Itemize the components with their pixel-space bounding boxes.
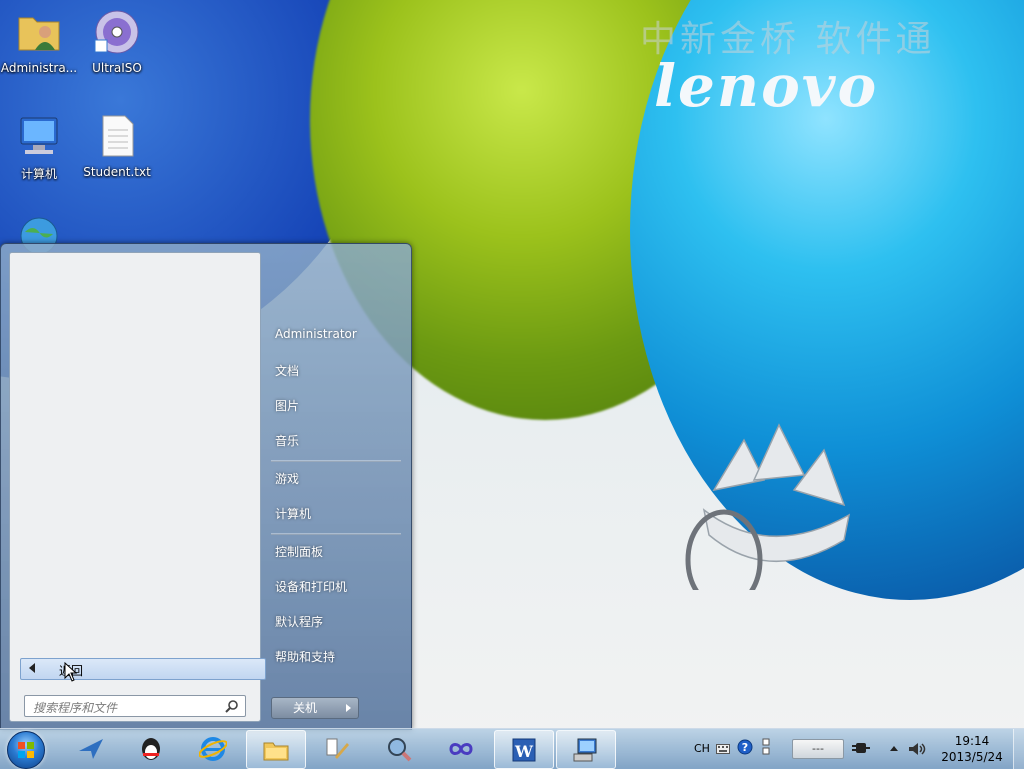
taskbar-app-word[interactable]: W xyxy=(494,730,554,769)
keyboard-icon[interactable] xyxy=(716,743,730,755)
help-icon[interactable]: ? xyxy=(737,739,753,755)
taskbar-app-infinity[interactable] xyxy=(432,730,490,767)
file-explorer-icon xyxy=(263,742,289,761)
menu-item-computer[interactable]: 计算机 xyxy=(275,505,311,522)
system-tools-icon xyxy=(326,738,349,759)
show-desktop-button[interactable] xyxy=(1013,729,1024,769)
desktop-icon-ultraiso[interactable]: UltraISO xyxy=(78,8,156,75)
menu-item-administrator[interactable]: Administrator xyxy=(275,327,357,341)
user-folder-icon xyxy=(18,17,60,51)
flight-bird-icon xyxy=(79,739,103,759)
search-placeholder: 搜索程序和文件 xyxy=(33,701,118,715)
ornament-cap-icon xyxy=(685,423,851,590)
internet-explorer-icon xyxy=(199,737,227,761)
desktop-icon-label: 计算机 xyxy=(20,167,57,181)
language-indicator[interactable]: CH xyxy=(694,742,710,755)
clock-time: 19:14 xyxy=(954,734,990,748)
places-pane: Administrator 文档 图片 音乐 游戏 计算机 控制面板 设备和打印… xyxy=(263,254,409,724)
power-plug-icon[interactable] xyxy=(852,740,870,756)
menu-item-control-panel[interactable]: 控制面板 xyxy=(275,543,323,560)
infinity-app-icon xyxy=(449,743,473,755)
clock-date: 2013/5/24 xyxy=(941,750,1003,764)
desktop-icon-computer[interactable]: 计算机 xyxy=(0,112,78,182)
volume-icon[interactable] xyxy=(908,741,926,757)
menu-item-default-programs[interactable]: 默认程序 xyxy=(275,613,323,630)
qq-penguin-icon xyxy=(142,738,160,760)
menu-item-music[interactable]: 音乐 xyxy=(275,432,299,449)
menu-item-documents[interactable]: 文档 xyxy=(275,362,299,379)
windows-logo-icon xyxy=(18,742,34,758)
ime-options-icon[interactable] xyxy=(761,737,771,757)
svg-text:W: W xyxy=(514,742,534,761)
tray-status-box[interactable]: --- xyxy=(792,739,844,759)
desktop-icon-label: Administra... xyxy=(0,61,78,75)
taskbar-app-remote-desktop[interactable] xyxy=(556,730,616,769)
disc-icon xyxy=(94,10,139,54)
mouse-cursor-icon xyxy=(64,662,78,682)
menu-separator xyxy=(271,533,401,535)
menu-item-devices-printers[interactable]: 设备和打印机 xyxy=(275,578,347,595)
search-input[interactable]: 搜索程序和文件 xyxy=(24,695,246,717)
back-button[interactable]: 返回 xyxy=(20,658,266,680)
program-list-pane: 返回 搜索程序和文件 xyxy=(9,252,266,722)
search-icon xyxy=(225,700,238,713)
magnifier-app-icon xyxy=(388,738,412,762)
remote-desktop-icon xyxy=(573,738,597,762)
taskbar-app-ie[interactable] xyxy=(184,730,242,767)
computer-icon xyxy=(20,117,58,154)
taskbar-app-qq[interactable] xyxy=(122,730,180,767)
system-clock[interactable]: 19:14 2013/5/24 xyxy=(936,733,1008,765)
shutdown-options-button[interactable] xyxy=(338,697,359,719)
taskbar-app-tools[interactable] xyxy=(308,730,366,767)
taskbar: W CH ? --- 19:14 2013/5/24 xyxy=(0,728,1024,769)
taskbar-app-explorer[interactable] xyxy=(246,730,306,769)
desktop-icon-student-txt[interactable]: Student.txt xyxy=(78,112,156,179)
taskbar-app-magnifier[interactable] xyxy=(370,730,428,767)
text-file-icon xyxy=(102,115,134,157)
word-icon: W xyxy=(512,738,536,762)
desktop-icon-administrator[interactable]: Administra... xyxy=(0,8,78,75)
desktop-icon-label: UltraISO xyxy=(92,61,142,75)
desktop-icon-label: Student.txt xyxy=(83,165,151,179)
show-hidden-icons-icon[interactable] xyxy=(889,744,899,752)
menu-separator xyxy=(271,460,401,462)
menu-item-pictures[interactable]: 图片 xyxy=(275,397,299,414)
svg-text:?: ? xyxy=(742,741,748,754)
start-menu: 返回 搜索程序和文件 Administrator 文档 图片 音乐 游戏 计算机… xyxy=(0,243,412,730)
start-button[interactable] xyxy=(7,731,45,769)
menu-item-help-support[interactable]: 帮助和支持 xyxy=(275,648,335,665)
lenovo-logo: lenovo xyxy=(654,52,879,120)
menu-item-games[interactable]: 游戏 xyxy=(275,470,299,487)
back-arrow-icon xyxy=(29,663,35,673)
taskbar-app-bird[interactable] xyxy=(62,730,120,767)
shutdown-button[interactable]: 关机 xyxy=(271,697,339,719)
